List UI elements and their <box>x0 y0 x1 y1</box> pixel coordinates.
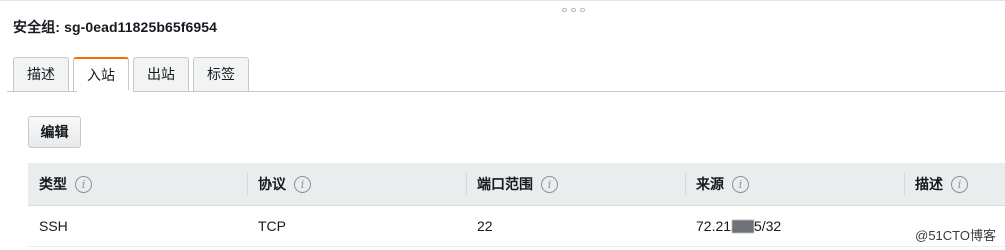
column-label: 描述 <box>915 176 943 192</box>
info-icon[interactable]: i <box>294 175 311 193</box>
column-header-protocol[interactable]: 协议 i <box>247 163 466 205</box>
security-group-id: sg-0ead11825b65f6954 <box>64 19 218 35</box>
column-label: 端口范围 <box>477 176 533 192</box>
resize-handle[interactable] <box>562 8 585 12</box>
tab-description[interactable]: 描述 <box>13 57 69 91</box>
info-icon[interactable]: i <box>951 175 968 193</box>
redaction-mark <box>731 219 754 233</box>
table-header: 类型 i 协议 i 端口范围 i 来源 i 描述 i <box>28 163 1005 206</box>
column-header-source[interactable]: 来源 i <box>685 163 904 205</box>
column-header-port-range[interactable]: 端口范围 i <box>466 163 685 205</box>
column-label: 来源 <box>696 176 724 192</box>
tab-tags[interactable]: 标签 <box>193 57 249 91</box>
panel-top-border <box>0 0 1005 6</box>
info-icon[interactable]: i <box>541 175 558 193</box>
tab-inbound[interactable]: 入站 <box>73 57 129 92</box>
column-label: 类型 <box>39 176 67 192</box>
column-header-description[interactable]: 描述 i <box>904 163 1005 205</box>
table-body: SSH TCP 22 72.21. 5/32 <box>28 206 1005 247</box>
column-label: 协议 <box>258 176 286 192</box>
tab-outbound[interactable]: 出站 <box>133 57 189 91</box>
handle-dot <box>571 8 576 12</box>
info-icon[interactable]: i <box>75 175 92 193</box>
security-group-panel: 安全组: sg-0ead11825b65f6954 描述 入站 出站 标签 编辑… <box>0 0 1005 250</box>
title-prefix: 安全组: <box>13 19 61 35</box>
inbound-rules-table: 类型 i 协议 i 端口范围 i 来源 i 描述 i SSH TCP 22 72… <box>28 163 1005 247</box>
security-group-title: 安全组: sg-0ead11825b65f6954 <box>13 17 217 37</box>
source-visible-end: 5/32 <box>753 218 782 234</box>
cell-source: 72.21. 5/32 <box>685 206 904 246</box>
tab-bar: 描述 入站 出站 标签 <box>13 57 249 92</box>
table-row[interactable]: SSH TCP 22 72.21. 5/32 <box>28 206 1005 247</box>
info-icon[interactable]: i <box>732 175 749 193</box>
cell-port-range: 22 <box>477 218 493 234</box>
source-visible-start: 72.21. <box>696 218 735 234</box>
watermark-text: @51CTO博客 <box>913 225 998 244</box>
handle-dot <box>580 8 585 12</box>
cell-protocol: TCP <box>258 218 286 234</box>
edit-button[interactable]: 编辑 <box>28 116 81 148</box>
column-header-type[interactable]: 类型 i <box>28 163 247 205</box>
cell-type: SSH <box>39 218 68 234</box>
handle-dot <box>562 8 567 12</box>
